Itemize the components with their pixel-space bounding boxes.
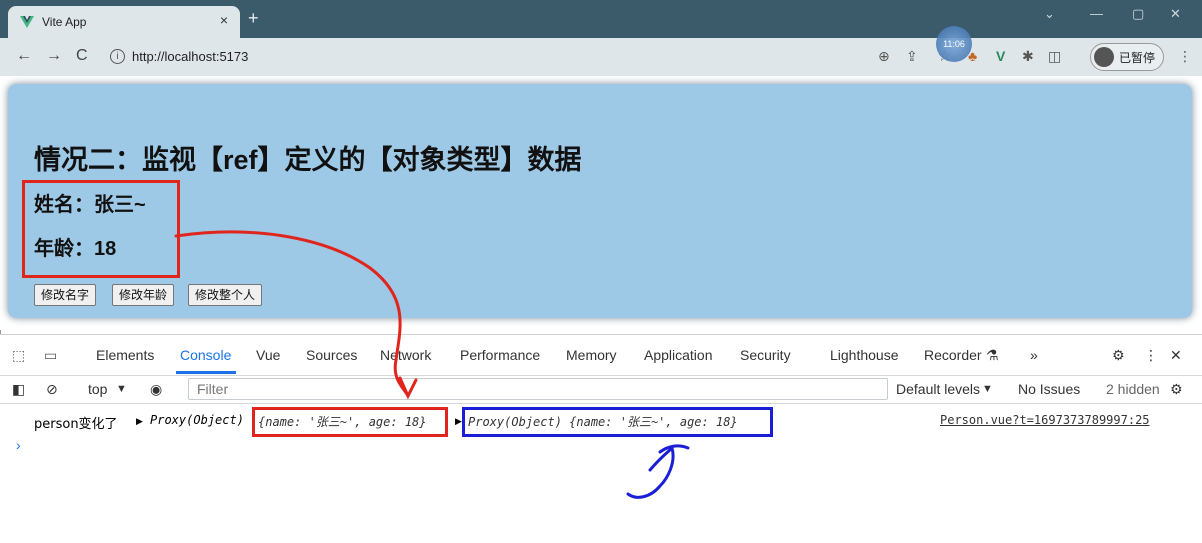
blue-squiggle bbox=[626, 445, 675, 499]
annotation-overlay bbox=[174, 230, 690, 499]
red-arrow-curve bbox=[174, 230, 410, 398]
red-arrow-head bbox=[398, 376, 418, 400]
